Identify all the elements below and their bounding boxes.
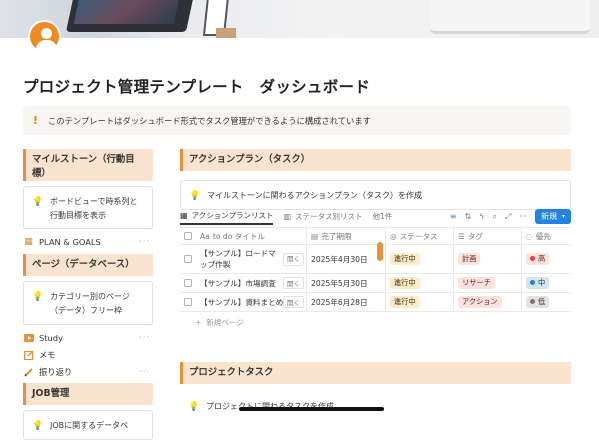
open-button[interactable]: 開く <box>283 277 304 289</box>
pages-heading: ページ（データベース） <box>23 254 153 276</box>
tab-status-list[interactable]: ▥ ステータス別リスト <box>283 208 362 225</box>
lightbulb-icon: 💡 <box>32 292 44 302</box>
tag-badge[interactable]: アクション <box>458 296 502 308</box>
column-status[interactable]: ステータス <box>400 231 438 242</box>
lightbulb-icon: 💡 <box>32 197 44 207</box>
calendar-icon: ▤ <box>311 231 319 241</box>
job-heading: JOB管理 <box>23 383 153 405</box>
sort-icon[interactable]: ⇅ <box>464 212 471 221</box>
column-due-date[interactable]: 完了期限 <box>321 231 351 242</box>
view-tabs: ▦ アクションプランリスト ▥ ステータス別リスト 他1件 ≡ ⇅ ϟ ⌕ ⤢ … <box>180 208 571 225</box>
more-icon[interactable]: ··· <box>139 367 150 376</box>
row-title: 【サンプル】市場調査 <box>200 278 276 288</box>
expand-icon[interactable]: ⤢ <box>505 212 511 222</box>
row-title: 【サンプル】資料まとめ <box>200 297 284 307</box>
lightbulb-icon: 💡 <box>189 191 201 201</box>
action-plan-section: アクションプラン（タスク） 💡 マイルストーンに関わるアクションプラン（タスク）… <box>180 149 571 210</box>
drag-handle[interactable] <box>377 242 383 261</box>
database-icon: ▦ <box>24 236 33 247</box>
table-icon: ▦ <box>180 211 188 220</box>
priority-badge[interactable]: 低 <box>526 296 550 308</box>
sidebar-item-memo[interactable]: メモ <box>23 346 153 363</box>
status-badge[interactable]: 進行中 <box>390 277 420 289</box>
table-row[interactable]: 【サンプル】資料まとめ 開く 2025年6月28日 進行中 アクション 低 <box>180 293 571 312</box>
scrollbar[interactable] <box>239 407 384 411</box>
lightning-icon[interactable]: ϟ <box>479 212 484 221</box>
project-task-section: プロジェクトタスク 💡 プロジェクトに関わるタスクを作成 <box>180 362 571 422</box>
priority-badge[interactable]: 高 <box>526 253 550 265</box>
sidebar-item-study[interactable]: Study ··· <box>23 329 153 346</box>
laptop-illustration <box>65 0 195 32</box>
row-checkbox[interactable] <box>184 298 192 306</box>
row-title: 【サンプル】ロードマップ作製 <box>200 249 276 269</box>
milestone-heading: マイルストーン（行動目標） <box>23 149 153 181</box>
table-header: Aa to do タイトル ▤ 完了期限 ◎ ステータス ☰ タグ ◌ 優先 <box>180 228 571 245</box>
list-icon: ☰ <box>458 231 465 241</box>
row-checkbox[interactable] <box>184 279 192 287</box>
new-button[interactable]: 新規 ▾ <box>534 209 571 224</box>
chevron-down-icon[interactable]: ▾ <box>562 213 565 220</box>
column-title[interactable]: to do タイトル <box>213 231 265 242</box>
lightbulb-icon: 💡 <box>32 421 44 431</box>
tag-badge[interactable]: リサーチ <box>458 277 495 289</box>
status-badge[interactable]: 進行中 <box>390 296 420 308</box>
edit-icon <box>23 349 34 360</box>
table-row[interactable]: 【サンプル】ロードマップ作製 開く 2025年4月30日 進行中 計画 高 <box>180 245 571 274</box>
open-button[interactable]: 開く <box>283 296 304 308</box>
view-toolbar: ≡ ⇅ ϟ ⌕ ⤢ ··· 新規 ▾ <box>450 208 571 225</box>
plus-icon: + <box>195 318 202 327</box>
pencil-icon <box>23 366 34 377</box>
tag-badge[interactable]: 計画 <box>458 253 481 265</box>
select-icon: ◌ <box>526 231 533 241</box>
status-badge[interactable]: 進行中 <box>390 253 420 265</box>
action-plan-callout: 💡 マイルストーンに関わるアクションプラン（タスク）を作成 <box>180 180 571 210</box>
new-page-button[interactable]: + 新規ページ <box>195 317 244 328</box>
row-date: 2025年5月30日 <box>311 278 368 288</box>
row-date: 2025年6月28日 <box>311 297 368 307</box>
text-icon: Aa <box>200 231 210 241</box>
exclamation-icon: ! <box>33 114 39 127</box>
plan-goals-link[interactable]: ▦ PLAN & GOALS ··· <box>23 233 153 250</box>
action-plan-table: Aa to do タイトル ▤ 完了期限 ◎ ステータス ☰ タグ ◌ 優先 【サンプル】… <box>180 227 571 312</box>
lightbulb-icon: 💡 <box>188 402 200 412</box>
board-icon: ▥ <box>283 212 292 221</box>
open-button[interactable]: 開く <box>283 252 304 266</box>
status-icon: ◎ <box>390 231 397 241</box>
page-icon[interactable] <box>28 20 61 53</box>
more-icon[interactable]: ··· <box>139 237 150 246</box>
select-all-checkbox[interactable] <box>184 232 192 240</box>
play-icon <box>23 332 34 343</box>
column-tag[interactable]: タグ <box>468 231 483 242</box>
filter-icon[interactable]: ≡ <box>450 212 457 221</box>
sidebar-column: マイルストーン（行動目標） 💡 ボードビューで時系列と行動目標を表示 ▦ PLA… <box>23 149 153 440</box>
sidebar-item-review[interactable]: 振り返り ··· <box>23 363 153 380</box>
cover-image <box>0 0 599 38</box>
project-task-heading: プロジェクトタスク <box>180 362 571 384</box>
tab-action-plan-list[interactable]: ▦ アクションプランリスト <box>180 208 274 225</box>
page-title: プロジェクト管理テンプレート ダッシュボード <box>23 78 371 96</box>
table-row[interactable]: 【サンプル】市場調査 開く 2025年5月30日 進行中 リサーチ 中 <box>180 274 571 293</box>
more-icon[interactable]: ··· <box>519 212 527 221</box>
search-icon[interactable]: ⌕ <box>492 212 496 222</box>
milestone-callout: 💡 ボードビューで時系列と行動目標を表示 <box>23 186 153 229</box>
page-callout: ! このテンプレートはダッシュボード形式でタスク管理ができるように構成されていま… <box>23 106 571 135</box>
priority-badge[interactable]: 中 <box>526 277 550 289</box>
monitor-illustration <box>430 0 590 34</box>
row-date: 2025年4月30日 <box>311 254 368 264</box>
more-icon[interactable]: ··· <box>139 333 150 342</box>
row-checkbox[interactable] <box>184 255 192 263</box>
column-priority[interactable]: 優先 <box>536 231 551 242</box>
tab-more-views[interactable]: 他1件 <box>373 208 393 225</box>
pages-callout: 💡 カテゴリー別のページ（データ）フリー枠 <box>23 281 153 325</box>
action-plan-heading: アクションプラン（タスク） <box>180 149 571 171</box>
job-callout: 💡 JOBに関するデータベ <box>23 410 153 440</box>
